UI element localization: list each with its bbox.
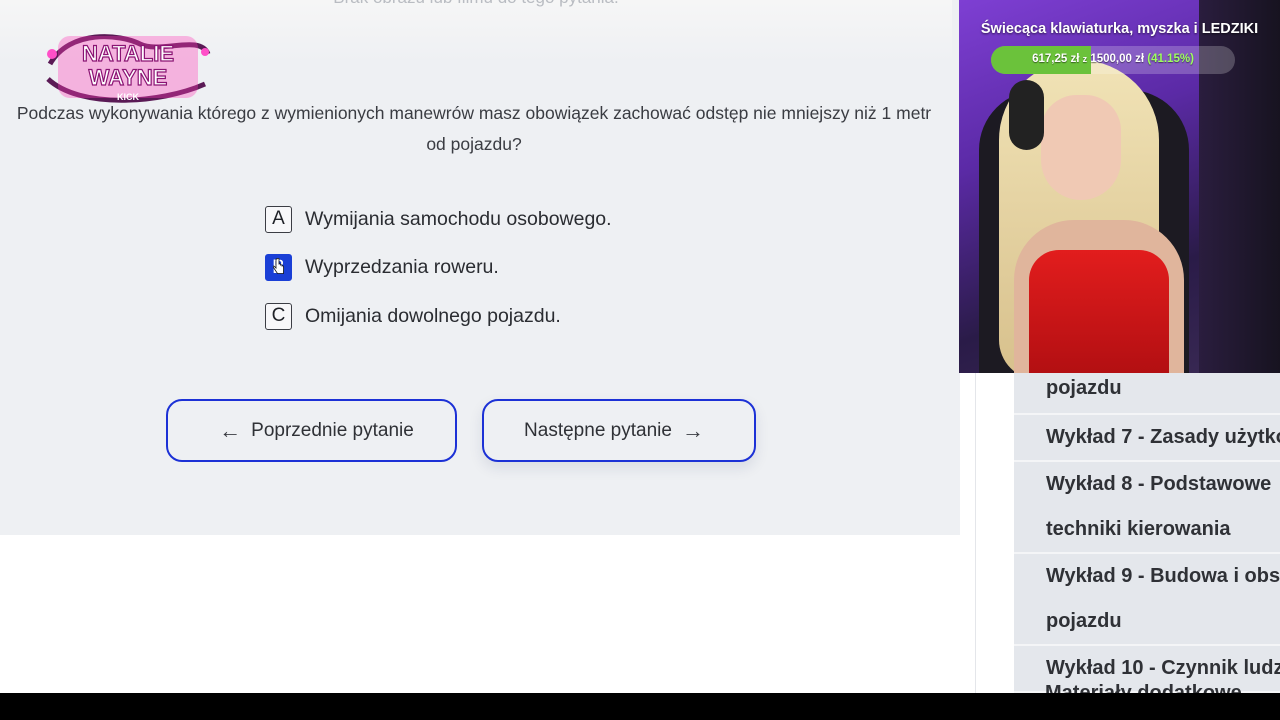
previous-question-button[interactable]: ← Poprzednie pytanie [166, 399, 457, 462]
goal-separator: z [1082, 54, 1088, 64]
lecture-item-label: Wykład 9 - Budowa i obsługa [1046, 565, 1280, 587]
answer-text: Wyprzedzania roweru. [305, 256, 499, 278]
arrow-left-icon: ← [219, 417, 242, 443]
lecture-item-label: Wykład 8 - Podstawowe [1046, 473, 1272, 495]
lecture-item-label-cont: techniki kierowania [1046, 518, 1231, 540]
streamer-logo: NATALIE WAYNE KICK [46, 34, 211, 103]
lecture-item-label: pojazdu [1046, 377, 1122, 399]
goal-target: 1500,00 zł [1090, 53, 1145, 65]
answer-letter: B [265, 254, 292, 281]
lecture-item-peek: Materiały dodatkowe [1045, 683, 1242, 693]
no-media-text: Brak obrazu lub filmu do tego pytania. [0, 0, 952, 8]
answer-letter: A [265, 205, 292, 233]
lecture-sidebar: pojazdu Wykład 7 - Zasady użytkowania Wy… [975, 373, 1280, 693]
lecture-item[interactable]: pojazdu [1014, 373, 1280, 415]
lecture-item-label: Wykład 10 - Czynnik ludzki [1046, 657, 1280, 679]
goal-percent: (41.15%) [1147, 53, 1194, 65]
answer-option-a[interactable]: A Wymijania samochodu osobowego. [265, 204, 612, 234]
next-question-button[interactable]: Następne pytanie → [482, 399, 756, 462]
logo-sub: KICK [117, 92, 139, 102]
goal-current: 617,25 zł [1032, 53, 1080, 65]
answer-list: A Wymijania samochodu osobowego. B Wyprz… [265, 204, 612, 350]
question-text: Podczas wykonywania którego z wymieniony… [16, 103, 932, 154]
next-question-label: Następne pytanie [524, 419, 672, 441]
answer-option-c[interactable]: C Omijania dowolnego pojazdu. [265, 301, 612, 331]
webcam-overlay: Świecąca klawiaturka, myszka i LEDZIKI 6… [959, 0, 1280, 373]
streamer-face [1041, 95, 1121, 200]
logo-line1: NATALIE [82, 41, 174, 66]
answer-text: Wymijania samochodu osobowego. [305, 207, 612, 230]
streamer-top [1029, 250, 1169, 373]
lecture-item-label-cont: pojazdu [1046, 610, 1122, 632]
lecture-item-8[interactable]: Wykład 8 - Podstawowe techniki kierowani… [1014, 462, 1280, 554]
donation-goal-title: Świecąca klawiaturka, myszka i LEDZIKI [980, 21, 1259, 37]
lecture-list: pojazdu Wykład 7 - Zasady użytkowania Wy… [1014, 373, 1280, 693]
answer-letter: C [265, 302, 292, 330]
headphones-icon [1009, 80, 1044, 150]
previous-question-label: Poprzednie pytanie [251, 419, 414, 441]
answer-text: Omijania dowolnego pojazdu. [305, 304, 561, 327]
bottom-bar [0, 693, 1280, 720]
donation-goal-text: 617,25 zł z 1500,00 zł (41.15%) [991, 53, 1235, 65]
answer-option-b[interactable]: B Wyprzedzania roweru. [265, 253, 612, 283]
donation-goal-bar: 617,25 zł z 1500,00 zł (41.15%) [991, 46, 1235, 74]
arrow-right-icon: → [681, 417, 704, 443]
lecture-item-label: Wykład 7 - Zasady użytkowania [1046, 426, 1280, 448]
lecture-item-9[interactable]: Wykład 9 - Budowa i obsługa pojazdu [1014, 554, 1280, 646]
lecture-item-7[interactable]: Wykład 7 - Zasady użytkowania [1014, 415, 1280, 462]
logo-line2: WAYNE [89, 65, 168, 90]
